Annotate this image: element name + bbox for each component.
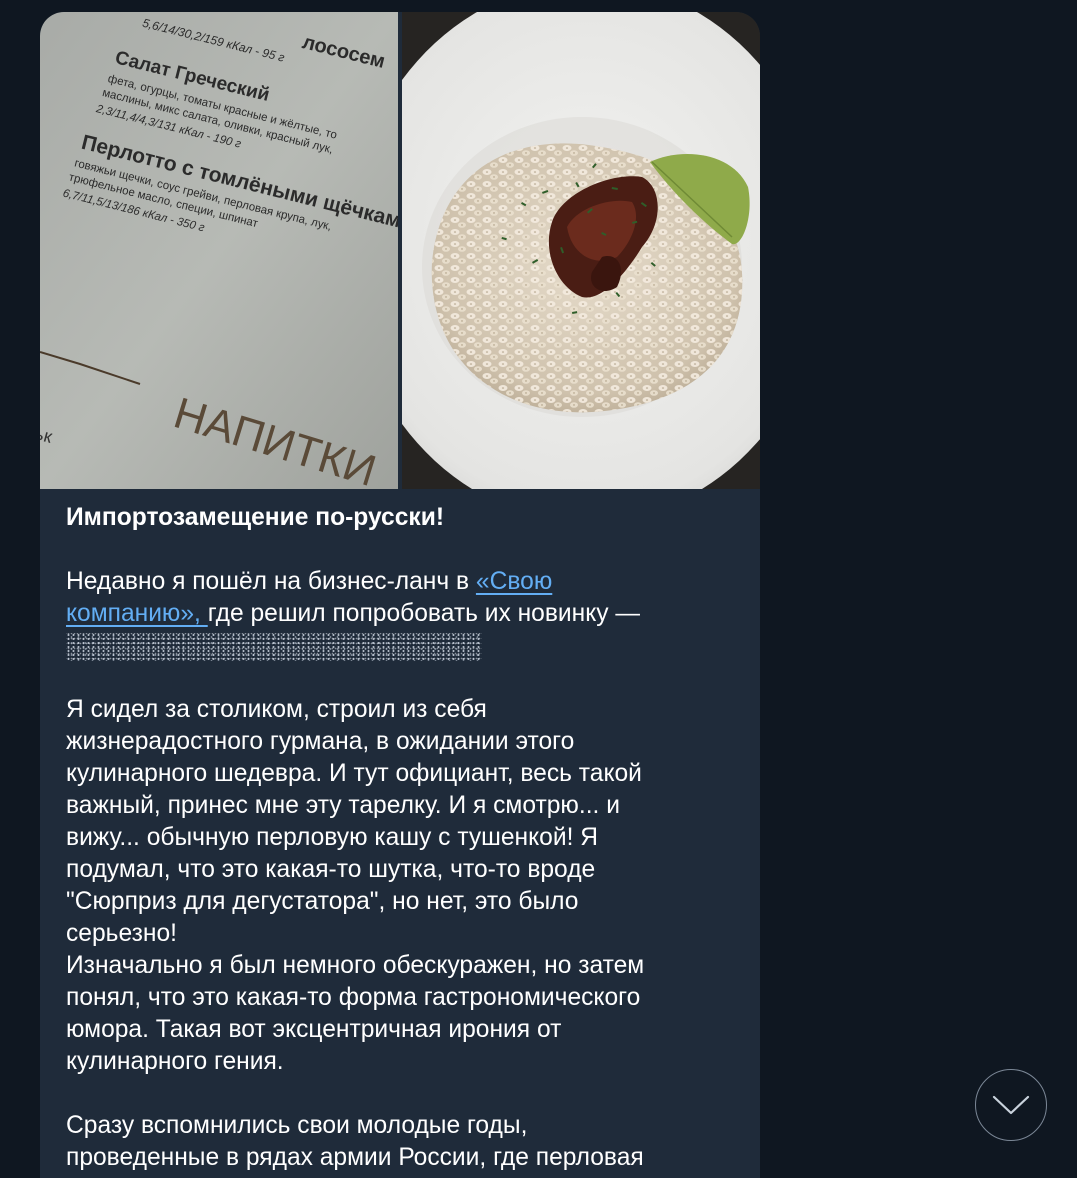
chat-view: 5,6/14/30,2/159 кКал - 95 г лососем Сала… <box>0 0 1077 1178</box>
paragraph-intro: Недавно я пошёл на бизнес-ланч в «Свою к… <box>66 566 734 662</box>
story-line: жизнерадостного гурмана, в ожидании этог… <box>66 728 575 755</box>
paragraph-memories: Сразу вспомнились свои молодые годы, про… <box>66 1110 734 1174</box>
intro-text-2: где решил попробовать их новинку — <box>207 600 641 627</box>
intro-line-3 <box>66 630 734 662</box>
memories-line: Сразу вспомнились свои молодые годы, <box>66 1112 528 1139</box>
story-line: "Сюрприз для дегустатора", но нет, это б… <box>66 888 579 915</box>
paragraph-story: Я сидел за столиком, строил из себя жизн… <box>66 694 734 1078</box>
intro-line-2: компанию», где решил попробовать их нови… <box>66 598 734 630</box>
menu-photo[interactable]: 5,6/14/30,2/159 кКал - 95 г лососем Сала… <box>40 12 398 489</box>
story-line: важный, принес мне эту тарелку. И я смот… <box>66 792 620 819</box>
story-line: кулинарного шедевра. И тут официант, вес… <box>66 760 642 787</box>
story-line: подумал, что это какая-то шутка, что-то … <box>66 856 596 883</box>
dish-photo[interactable] <box>402 12 760 489</box>
story-line: Изначально я был немного обескуражен, но… <box>66 952 645 979</box>
story-line: кулинарного гения. <box>66 1048 284 1075</box>
restaurant-link-cont[interactable]: компанию», <box>66 600 208 627</box>
story-line: серьезно! <box>66 920 177 947</box>
story-line: понял, что это какая-то форма гастрономи… <box>66 984 641 1011</box>
photo-album: 5,6/14/30,2/159 кКал - 95 г лососем Сала… <box>40 12 760 489</box>
intro-line-1: Недавно я пошёл на бизнес-ланч в «Свою <box>66 566 734 598</box>
intro-text-1: Недавно я пошёл на бизнес-ланч в <box>66 568 476 595</box>
story-line: юмора. Такая вот эксцентричная ирония от <box>66 1016 562 1043</box>
scroll-down-button[interactable] <box>975 1069 1047 1141</box>
story-line: Я сидел за столиком, строил из себя <box>66 696 487 723</box>
chevron-down-icon <box>992 1095 1030 1115</box>
restaurant-link[interactable]: «Свою <box>476 568 552 595</box>
story-line: вижу... обычную перловую кашу с тушенкой… <box>66 824 599 851</box>
message-text: Импортозамещение по-русски! Недавно я по… <box>40 502 760 1174</box>
memories-line: проведенные в рядах армии России, где пе… <box>66 1144 644 1171</box>
post-title: Импортозамещение по-русски! <box>66 504 445 531</box>
spoiler-text[interactable] <box>66 632 482 661</box>
message-bubble: 5,6/14/30,2/159 кКал - 95 г лососем Сала… <box>40 12 760 1178</box>
